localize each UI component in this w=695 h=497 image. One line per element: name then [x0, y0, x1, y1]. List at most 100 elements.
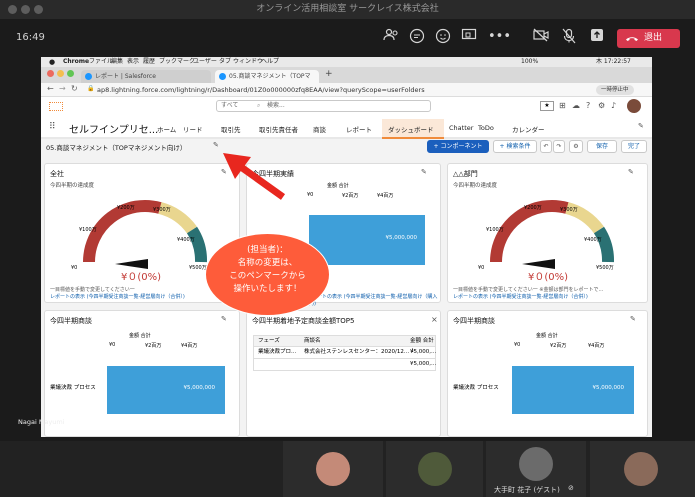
- reload-icon[interactable]: ↻: [71, 84, 78, 93]
- add-filter-button[interactable]: + 検索条件: [493, 140, 537, 153]
- card-title: 今四半期商談: [50, 317, 92, 325]
- nav-calendar[interactable]: カレンダー: [512, 124, 545, 134]
- nav-accounts[interactable]: 取引先: [221, 124, 241, 134]
- opportunity-bar[interactable]: ¥5,000,000: [107, 366, 225, 414]
- dashboard-name-field[interactable]: 05.商談マネジメント（TOPマネジメント向け）: [46, 142, 186, 152]
- table-row[interactable]: ¥5,000,...: [253, 359, 436, 371]
- axis-tick: ¥0: [307, 192, 314, 198]
- opportunity-bar[interactable]: ¥5,000,000: [512, 366, 634, 414]
- properties-gear-icon[interactable]: ⚙: [569, 140, 583, 153]
- redo-icon[interactable]: ↷: [553, 140, 565, 153]
- participant-tile[interactable]: 大手町 花子 (ゲスト) ⊘: [486, 441, 586, 497]
- menu-help[interactable]: ヘルプ: [261, 57, 279, 67]
- url-field[interactable]: ap8.lightning.force.com/lightning/r/Dash…: [97, 85, 425, 95]
- menu-edit[interactable]: 編集: [111, 57, 123, 67]
- maximize-window-button[interactable]: [34, 5, 43, 14]
- gauge-card-department[interactable]: △△部門 今四半期の達成度 ✎ ¥0 ¥100万 ¥200万 ¥300万 ¥40…: [447, 163, 648, 303]
- done-button[interactable]: 完了: [621, 140, 647, 153]
- category-label: 業議決裁 プロセス: [50, 385, 96, 391]
- search-input[interactable]: 検索...: [267, 101, 285, 111]
- search-scope[interactable]: すべて: [221, 102, 238, 109]
- leave-button[interactable]: 退出: [617, 29, 680, 48]
- browser-minimize-button[interactable]: [57, 70, 64, 77]
- menu-window[interactable]: ウィンドウ: [233, 57, 263, 67]
- favorites-icon[interactable]: ★: [540, 101, 554, 111]
- view-report-link[interactable]: レポートの表示 (今四半期受注商談一覧-経営層向け（合併）): [50, 293, 185, 300]
- red-arrow-annotation: [223, 153, 286, 200]
- add-component-button[interactable]: + コンポーネント: [427, 140, 489, 153]
- trailhead-icon[interactable]: ☁: [572, 101, 580, 110]
- minimize-window-button[interactable]: [21, 5, 30, 14]
- back-icon[interactable]: ←: [47, 84, 54, 93]
- camera-off-icon[interactable]: [532, 28, 550, 46]
- participant-tile[interactable]: [386, 441, 483, 497]
- share-screen-icon[interactable]: [460, 28, 478, 46]
- callout-line: このペンマークから: [229, 271, 306, 281]
- browser-tab-dashboard[interactable]: 05.商談マネジメント（TOPマネ...: [215, 70, 319, 93]
- meeting-title-bar: オンライン活用相談室 サークレイス株式会社: [0, 0, 695, 19]
- nav-todo[interactable]: ToDo: [478, 124, 494, 132]
- help-icon[interactable]: ?: [586, 101, 590, 110]
- edit-pencil-icon[interactable]: ✎: [421, 168, 427, 176]
- menu-view[interactable]: 表示: [127, 57, 139, 67]
- nav-contacts[interactable]: 取引先責任者: [259, 124, 298, 134]
- mic-off-icon[interactable]: [560, 28, 578, 46]
- browser-close-button[interactable]: [47, 70, 54, 77]
- browser-maximize-button[interactable]: [67, 70, 74, 77]
- callout-bubble: (担当者)： 名称の変更は、 このペンマークから 操作いたします！: [205, 233, 330, 316]
- view-report-link[interactable]: レポートの表示 (今四半期受注商談一覧-経営層向け（合併）): [453, 293, 588, 300]
- participant-tile[interactable]: [283, 441, 383, 497]
- nav-home[interactable]: ホーム: [157, 124, 176, 134]
- edit-pencil-icon[interactable]: ✎: [221, 315, 227, 323]
- menu-file[interactable]: ファイル: [89, 57, 113, 67]
- participant-tile[interactable]: [590, 441, 695, 497]
- table-cell: ¥5,000,...: [410, 349, 437, 355]
- edit-pencil-icon[interactable]: ✎: [628, 168, 634, 176]
- forward-icon[interactable]: →: [59, 84, 66, 93]
- bar-value-label: ¥5,000,000: [183, 385, 216, 391]
- app-launcher-icon[interactable]: ⠿: [49, 122, 56, 132]
- nav-dashboards[interactable]: ダッシュボード: [388, 124, 434, 134]
- edit-nav-pencil-icon[interactable]: ✎: [638, 122, 644, 130]
- new-tab-button[interactable]: +: [325, 69, 333, 79]
- table-card-top5[interactable]: 今四半期着地予定商談金額TOP5 × フェーズ 商談名 金額 合計 ↓ 業議決裁…: [246, 310, 441, 437]
- menu-chrome[interactable]: Chrome: [63, 57, 89, 67]
- upload-icon[interactable]: [588, 28, 606, 46]
- callout-line: (担当者)：: [247, 245, 288, 255]
- reaction-icon[interactable]: [434, 28, 452, 46]
- column-header[interactable]: フェーズ: [258, 336, 280, 346]
- global-actions-icon[interactable]: ⊞: [559, 101, 566, 110]
- chat-icon[interactable]: [408, 28, 426, 46]
- menu-user[interactable]: ユーザー: [193, 57, 217, 67]
- avatar[interactable]: [627, 99, 641, 113]
- participants-icon[interactable]: [382, 28, 400, 46]
- undo-icon[interactable]: ↶: [540, 140, 552, 153]
- column-header[interactable]: 商談名: [304, 336, 321, 346]
- nav-chatter[interactable]: Chatter: [449, 124, 473, 132]
- axis-tick: ¥0: [109, 342, 116, 348]
- global-search[interactable]: すべて ⌕ 検索...: [216, 100, 431, 112]
- nav-opportunities[interactable]: 商談: [313, 124, 326, 134]
- table-cell[interactable]: 株式会社ステンレスセンター：2020/12...: [304, 347, 409, 358]
- more-icon[interactable]: •••: [488, 28, 511, 46]
- salesforce-icon: [85, 73, 92, 80]
- table-header: フェーズ 商談名 金額 合計 ↓: [253, 335, 436, 354]
- presenter-name: Nagai Mayumi: [18, 418, 65, 426]
- close-window-button[interactable]: [8, 5, 17, 14]
- browser-tab-reports[interactable]: レポート | Salesforce: [81, 70, 211, 83]
- setup-gear-icon[interactable]: ⚙: [598, 101, 605, 110]
- nav-leads[interactable]: リード: [183, 124, 203, 134]
- notifications-bell-icon[interactable]: ♪: [611, 101, 616, 110]
- apple-icon[interactable]: ●: [49, 57, 55, 67]
- edit-pencil-icon[interactable]: ✎: [630, 315, 636, 323]
- save-button[interactable]: 保存: [587, 140, 617, 153]
- menu-history[interactable]: 履歴: [143, 57, 155, 67]
- nav-reports[interactable]: レポート: [346, 124, 372, 134]
- menu-tab[interactable]: タブ: [219, 57, 231, 67]
- profile-button[interactable]: 一時停止中: [596, 85, 634, 95]
- table-row[interactable]: 業議決裁プロ... 株式会社ステンレスセンター：2020/12... ¥5,00…: [253, 347, 436, 359]
- bar-card-opportunities-2[interactable]: 今四半期商談 ✎ 金額 合計 ¥0 ¥2百万 ¥4百万 業議決裁 プロセス ¥5…: [447, 310, 648, 437]
- bar-card-opportunities[interactable]: 今四半期商談 ✎ 金額 合計 ¥0 ¥2百万 ¥4百万 業議決裁 プロセス ¥5…: [44, 310, 240, 437]
- menu-bookmarks[interactable]: ブックマーク: [159, 57, 195, 67]
- close-icon[interactable]: ×: [431, 315, 438, 324]
